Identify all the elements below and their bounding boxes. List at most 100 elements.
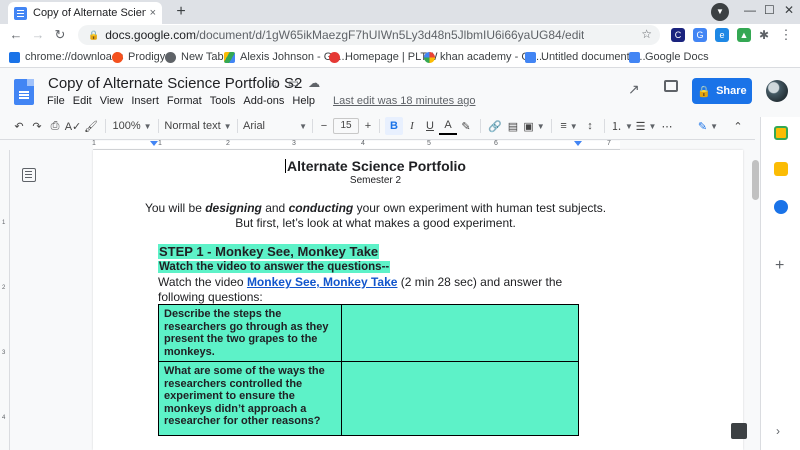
redo-icon[interactable]: ↷ bbox=[28, 117, 46, 135]
ruler-number: 1 bbox=[2, 220, 6, 226]
expand-panel-icon[interactable]: › bbox=[776, 424, 780, 438]
font-size-increase-button[interactable]: + bbox=[362, 117, 374, 135]
question-table: Describe the steps the researchers go th… bbox=[158, 304, 580, 436]
extensions-puzzle-icon[interactable]: ✱ bbox=[757, 28, 771, 42]
answer-cell[interactable] bbox=[340, 361, 580, 436]
bookmarks-bar: chrome://downloads Prodigy New Tab Alexi… bbox=[0, 46, 800, 68]
question-cell[interactable]: Describe the steps the researchers go th… bbox=[158, 304, 342, 362]
bookmark-untitled-document[interactable]: Untitled document -... bbox=[525, 50, 646, 64]
bookmark-pltw[interactable]: Homepage | PLTW bbox=[329, 50, 438, 64]
zoom-select[interactable]: 100% ▼ bbox=[111, 117, 153, 135]
vertical-ruler: 1 2 3 4 bbox=[0, 150, 10, 450]
bookmark-google-docs[interactable]: Google Docs bbox=[629, 50, 709, 64]
minimize-icon[interactable]: — bbox=[744, 3, 756, 17]
last-edit-link[interactable]: Last edit was 18 minutes ago bbox=[333, 95, 475, 107]
paragraph-style-select[interactable]: Normal text ▼ bbox=[164, 117, 232, 135]
align-left-icon[interactable]: ≡ ▼ bbox=[557, 117, 581, 135]
bulleted-list-icon[interactable]: ☰ ▼ bbox=[634, 117, 658, 135]
underline-button[interactable]: U bbox=[421, 117, 439, 135]
maximize-icon[interactable]: ☐ bbox=[764, 3, 775, 17]
undo-icon[interactable]: ↶ bbox=[10, 117, 28, 135]
ruler-number: 6 bbox=[494, 140, 498, 147]
step-heading: STEP 1 - Monkey See, Monkey Take bbox=[158, 244, 380, 259]
navigation-bar: ← → ↻ 🔒 docs.google.com/document/d/1gW65… bbox=[0, 24, 800, 46]
font-size-decrease-button[interactable]: − bbox=[318, 117, 330, 135]
tasks-icon[interactable] bbox=[774, 200, 788, 214]
italic-button[interactable]: I bbox=[403, 117, 421, 135]
menu-format[interactable]: Format bbox=[163, 95, 206, 107]
question-cell[interactable]: What are some of the ways the researcher… bbox=[158, 361, 342, 436]
new-tab-button[interactable]: + bbox=[172, 3, 190, 21]
bookmark-new-tab[interactable]: New Tab bbox=[165, 50, 224, 64]
browser-tab[interactable]: Copy of Alternate Science Portfolio S2 × bbox=[8, 2, 162, 24]
horizontal-ruler: 1 1 2 3 4 5 6 7 bbox=[0, 139, 755, 150]
star-icon[interactable]: ☆ bbox=[268, 76, 279, 90]
font-select[interactable]: Arial ▼ bbox=[243, 117, 307, 135]
avatar[interactable] bbox=[766, 80, 788, 102]
close-window-icon[interactable]: ✕ bbox=[784, 3, 794, 17]
translate-icon[interactable]: G bbox=[693, 28, 707, 42]
ruler-number: 2 bbox=[226, 140, 230, 147]
close-tab-icon[interactable]: × bbox=[150, 7, 156, 19]
text-color-button[interactable]: A bbox=[439, 117, 457, 135]
browser-menu-icon[interactable]: ⋮ bbox=[779, 28, 793, 42]
bookmark-prodigy[interactable]: Prodigy bbox=[112, 50, 165, 64]
editing-mode-pencil-icon[interactable]: ✎ ▼ bbox=[690, 117, 726, 135]
lock-icon: 🔒 bbox=[88, 29, 100, 40]
move-folder-icon[interactable]: ▭ bbox=[288, 76, 299, 90]
insert-image-icon[interactable]: ▣ ▼ bbox=[522, 117, 546, 135]
line-spacing-icon[interactable]: ↕ bbox=[581, 117, 599, 135]
menu-insert[interactable]: Insert bbox=[127, 95, 163, 107]
insert-link-icon[interactable]: 🔗 bbox=[486, 117, 504, 135]
paint-format-icon[interactable]: 🖌 bbox=[82, 117, 100, 135]
highlight-color-icon[interactable]: ✎ bbox=[457, 117, 475, 135]
address-bar[interactable]: 🔒 docs.google.com/document/d/1gW65ikMaez… bbox=[78, 25, 660, 45]
calendar-icon[interactable] bbox=[774, 126, 788, 140]
comment-history-icon[interactable] bbox=[664, 80, 678, 92]
explore-icon[interactable] bbox=[731, 423, 747, 439]
menu-file[interactable]: File bbox=[43, 95, 69, 107]
reload-icon[interactable]: ↻ bbox=[50, 24, 70, 46]
menu-tools[interactable]: Tools bbox=[206, 95, 240, 107]
share-button[interactable]: 🔒 Share bbox=[692, 78, 752, 104]
menu-view[interactable]: View bbox=[96, 95, 128, 107]
menu-add-ons[interactable]: Add-ons bbox=[239, 95, 288, 107]
left-indent-marker[interactable] bbox=[150, 141, 158, 146]
right-indent-marker[interactable] bbox=[574, 141, 582, 146]
watch-instruction: Watch the video to answer the questions-… bbox=[158, 261, 391, 273]
font-size-input[interactable]: 15 bbox=[333, 118, 359, 134]
more-options-icon[interactable]: ⋯ bbox=[658, 117, 676, 135]
video-link[interactable]: Monkey See, Monkey Take bbox=[247, 275, 398, 289]
extension-blue-icon[interactable]: e bbox=[715, 28, 729, 42]
docs-icon bbox=[525, 51, 536, 63]
print-icon[interactable]: ⎙ bbox=[46, 117, 64, 135]
bold-button[interactable]: B bbox=[385, 117, 403, 135]
scrollbar-thumb[interactable] bbox=[752, 160, 759, 200]
extension-c-icon[interactable]: C bbox=[671, 28, 685, 42]
tab-search-icon[interactable]: ▼ bbox=[711, 3, 729, 21]
back-icon[interactable]: ← bbox=[6, 24, 26, 46]
answer-cell[interactable] bbox=[340, 304, 580, 362]
collapse-menus-chevron-icon[interactable]: ⌃ bbox=[730, 117, 746, 135]
document-page[interactable]: Alternate Science Portfolio Semester 2 Y… bbox=[93, 150, 743, 450]
ruler-number: 1 bbox=[92, 140, 96, 147]
url-text: docs.google.com/document/d/1gW65ikMaezgF… bbox=[105, 28, 585, 42]
extension-drive-icon[interactable]: ▲ bbox=[737, 28, 751, 42]
menu-help[interactable]: Help bbox=[288, 95, 319, 107]
spellcheck-icon[interactable]: A✓ bbox=[64, 117, 82, 135]
insert-comment-icon[interactable]: ▤ bbox=[504, 117, 522, 135]
bookmark-star-icon[interactable]: ☆ bbox=[641, 27, 652, 41]
keep-icon[interactable] bbox=[774, 162, 788, 176]
bookmark-downloads[interactable]: chrome://downloads bbox=[9, 50, 123, 64]
document-outline-icon[interactable] bbox=[22, 168, 36, 182]
activity-trend-icon[interactable]: ↗ bbox=[628, 81, 640, 98]
docs-logo-icon[interactable] bbox=[14, 79, 34, 105]
cloud-status-icon[interactable]: ☁ bbox=[308, 76, 320, 90]
document-title[interactable]: Copy of Alternate Science Portfolio S2 bbox=[48, 75, 302, 92]
add-ons-plus-icon[interactable]: + bbox=[775, 257, 784, 275]
prodigy-icon bbox=[112, 51, 123, 63]
menu-bar: File Edit View Insert Format Tools Add-o… bbox=[43, 95, 476, 107]
menu-edit[interactable]: Edit bbox=[69, 95, 96, 107]
forward-icon[interactable]: → bbox=[28, 24, 48, 46]
numbered-list-icon[interactable]: ⒈ ▼ bbox=[610, 117, 634, 135]
